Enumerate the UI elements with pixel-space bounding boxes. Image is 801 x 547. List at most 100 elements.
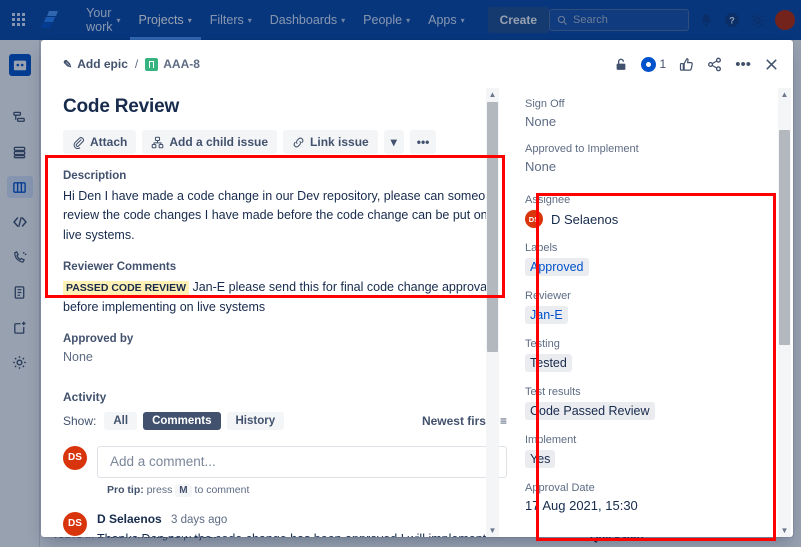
issue-main-column: Code Review Attach Add a child issue Lin… bbox=[41, 88, 507, 537]
field-assignee: Assignee DS D Selaenos bbox=[525, 194, 767, 228]
watch-button[interactable]: 1 bbox=[640, 56, 667, 72]
scroll-down-arrow[interactable]: ▼ bbox=[778, 524, 791, 537]
reviewer-comments-section: Reviewer Comments PASSED CODE REVIEW Jan… bbox=[63, 261, 507, 317]
add-child-issue-label: Add a child issue bbox=[169, 135, 269, 149]
close-icon[interactable] bbox=[764, 57, 779, 72]
scrollbar-thumb[interactable] bbox=[487, 102, 498, 352]
right-column-scrollbar[interactable]: ▲ ▼ bbox=[778, 88, 791, 537]
field-value[interactable]: Approved bbox=[525, 258, 589, 276]
thumbs-up-icon[interactable] bbox=[679, 57, 694, 72]
comment-author[interactable]: D Selaenos bbox=[97, 512, 162, 526]
issue-key-link[interactable]: AAA-8 bbox=[145, 57, 200, 71]
scroll-up-arrow[interactable]: ▲ bbox=[778, 88, 791, 101]
field-value[interactable]: Yes bbox=[525, 450, 556, 468]
modal-header-actions: 1 ••• bbox=[614, 56, 779, 73]
avatar: DS bbox=[525, 210, 543, 228]
field-label: Reviewer bbox=[525, 290, 571, 302]
activity-heading: Activity bbox=[63, 389, 107, 404]
field-test-results: Test results Code Passed Review bbox=[525, 386, 767, 420]
scroll-up-arrow[interactable]: ▲ bbox=[486, 88, 499, 101]
comment-body: D Selaenos 3 days ago Thanks Dan now the… bbox=[97, 512, 507, 537]
avatar[interactable]: DS bbox=[63, 445, 87, 470]
approved-by-label: Approved by bbox=[63, 332, 134, 345]
field-labels: Labels Approved bbox=[525, 242, 767, 276]
field-label: Approval Date bbox=[525, 482, 595, 494]
attach-button[interactable]: Attach bbox=[63, 130, 137, 154]
more-options-button[interactable]: ••• bbox=[409, 130, 437, 154]
add-child-issue-button[interactable]: Add a child issue bbox=[142, 130, 278, 154]
field-label: Sign Off bbox=[525, 98, 565, 110]
description-section: Description Hi Den I have made a code ch… bbox=[63, 170, 507, 245]
field-value[interactable]: 17 Aug 2021, 15:30 bbox=[525, 498, 767, 513]
watch-count: 1 bbox=[659, 57, 667, 71]
pro-tip-key: M bbox=[175, 483, 192, 497]
field-label: Approved to Implement bbox=[525, 143, 639, 155]
page-title: Code Review bbox=[63, 96, 180, 117]
modal-header: ✎ Add epic / AAA-8 1 ••• bbox=[41, 40, 793, 88]
child-issue-icon bbox=[152, 136, 164, 148]
share-icon[interactable] bbox=[707, 57, 722, 72]
attach-label: Attach bbox=[90, 135, 128, 149]
description-label: Description bbox=[63, 170, 127, 182]
unlock-icon[interactable] bbox=[614, 57, 628, 72]
more-options-caret[interactable]: ▾ bbox=[383, 130, 404, 154]
left-column-scrollbar[interactable]: ▲ ▼ bbox=[486, 88, 499, 537]
tab-all[interactable]: All bbox=[104, 411, 138, 430]
avatar[interactable]: DS bbox=[63, 511, 87, 536]
link-issue-button[interactable]: Link issue bbox=[283, 130, 378, 154]
comment-item: DS D Selaenos 3 days ago Thanks Dan now … bbox=[63, 511, 507, 537]
field-reviewer: Reviewer Jan-E bbox=[525, 290, 767, 324]
field-value[interactable]: Code Passed Review bbox=[525, 402, 655, 420]
pro-tip: Pro tip: press M to comment bbox=[107, 483, 507, 497]
comment-input[interactable]: Add a comment... bbox=[97, 445, 507, 478]
field-testing: Testing Tested bbox=[525, 338, 767, 372]
comment-placeholder: Add a comment... bbox=[110, 454, 216, 470]
comment-meta: D Selaenos 3 days ago bbox=[97, 512, 507, 526]
reviewer-comments-text[interactable]: PASSED CODE REVIEW Jan-E please send thi… bbox=[63, 278, 507, 317]
field-approval-date: Approval Date 17 Aug 2021, 15:30 bbox=[525, 482, 767, 513]
tab-comments[interactable]: Comments bbox=[143, 411, 221, 430]
field-value[interactable]: Tested bbox=[525, 354, 572, 372]
story-type-icon bbox=[145, 57, 159, 71]
assignee-name: D Selaenos bbox=[551, 211, 619, 227]
tab-history[interactable]: History bbox=[226, 411, 285, 430]
field-approved-to-implement: Approved to Implement None bbox=[525, 143, 767, 174]
scroll-down-arrow[interactable]: ▼ bbox=[486, 524, 499, 537]
description-text[interactable]: Hi Den I have made a code change in our … bbox=[63, 187, 507, 245]
field-value[interactable]: Jan-E bbox=[525, 306, 568, 324]
approved-by-value[interactable]: None bbox=[63, 350, 507, 364]
comment-text: Thanks Dan now the code change has been … bbox=[97, 530, 507, 537]
passed-code-review-badge: PASSED CODE REVIEW bbox=[63, 281, 189, 296]
field-implement: Implement Yes bbox=[525, 434, 767, 468]
field-sign-off: Sign Off None bbox=[525, 98, 767, 129]
field-label: Labels bbox=[525, 242, 558, 254]
field-value[interactable]: DS D Selaenos bbox=[525, 210, 767, 228]
activity-section: Activity Show: All Comments History Newe… bbox=[63, 390, 507, 537]
breadcrumb-separator: / bbox=[134, 57, 139, 71]
more-actions-icon[interactable]: ••• bbox=[735, 56, 751, 73]
link-icon bbox=[293, 137, 304, 147]
modal-body: Code Review Attach Add a child issue Lin… bbox=[41, 88, 793, 537]
pro-tip-prefix: Pro tip: bbox=[107, 483, 144, 496]
field-value[interactable]: None bbox=[525, 159, 767, 174]
pencil-icon: ✎ bbox=[63, 58, 73, 71]
issue-action-buttons: Attach Add a child issue Link issue ▾ ••… bbox=[63, 130, 507, 154]
paperclip-icon bbox=[73, 136, 84, 149]
field-label: Test results bbox=[525, 386, 581, 398]
reviewer-comments-label: Reviewer Comments bbox=[63, 261, 177, 274]
activity-filter-row: Show: All Comments History Newest first … bbox=[63, 411, 507, 430]
add-epic-label: Add epic bbox=[77, 57, 128, 71]
add-epic-button[interactable]: ✎ Add epic bbox=[63, 57, 128, 71]
issue-fields-column: Sign Off None Approved to Implement None… bbox=[507, 88, 793, 537]
issue-detail-modal: ✎ Add epic / AAA-8 1 ••• Code Review Att… bbox=[41, 40, 793, 537]
approved-by-section: Approved by None bbox=[63, 333, 507, 364]
show-label: Show: bbox=[63, 413, 97, 428]
field-value[interactable]: None bbox=[525, 114, 767, 129]
add-comment-row: DS Add a comment... bbox=[63, 445, 507, 478]
pro-tip-suffix: to comment bbox=[194, 483, 250, 496]
pro-tip-mid: press bbox=[146, 483, 173, 496]
link-issue-label: Link issue bbox=[310, 135, 369, 149]
comment-timestamp: 3 days ago bbox=[171, 513, 228, 526]
watch-eye-icon bbox=[640, 56, 656, 72]
scrollbar-thumb[interactable] bbox=[779, 130, 790, 345]
